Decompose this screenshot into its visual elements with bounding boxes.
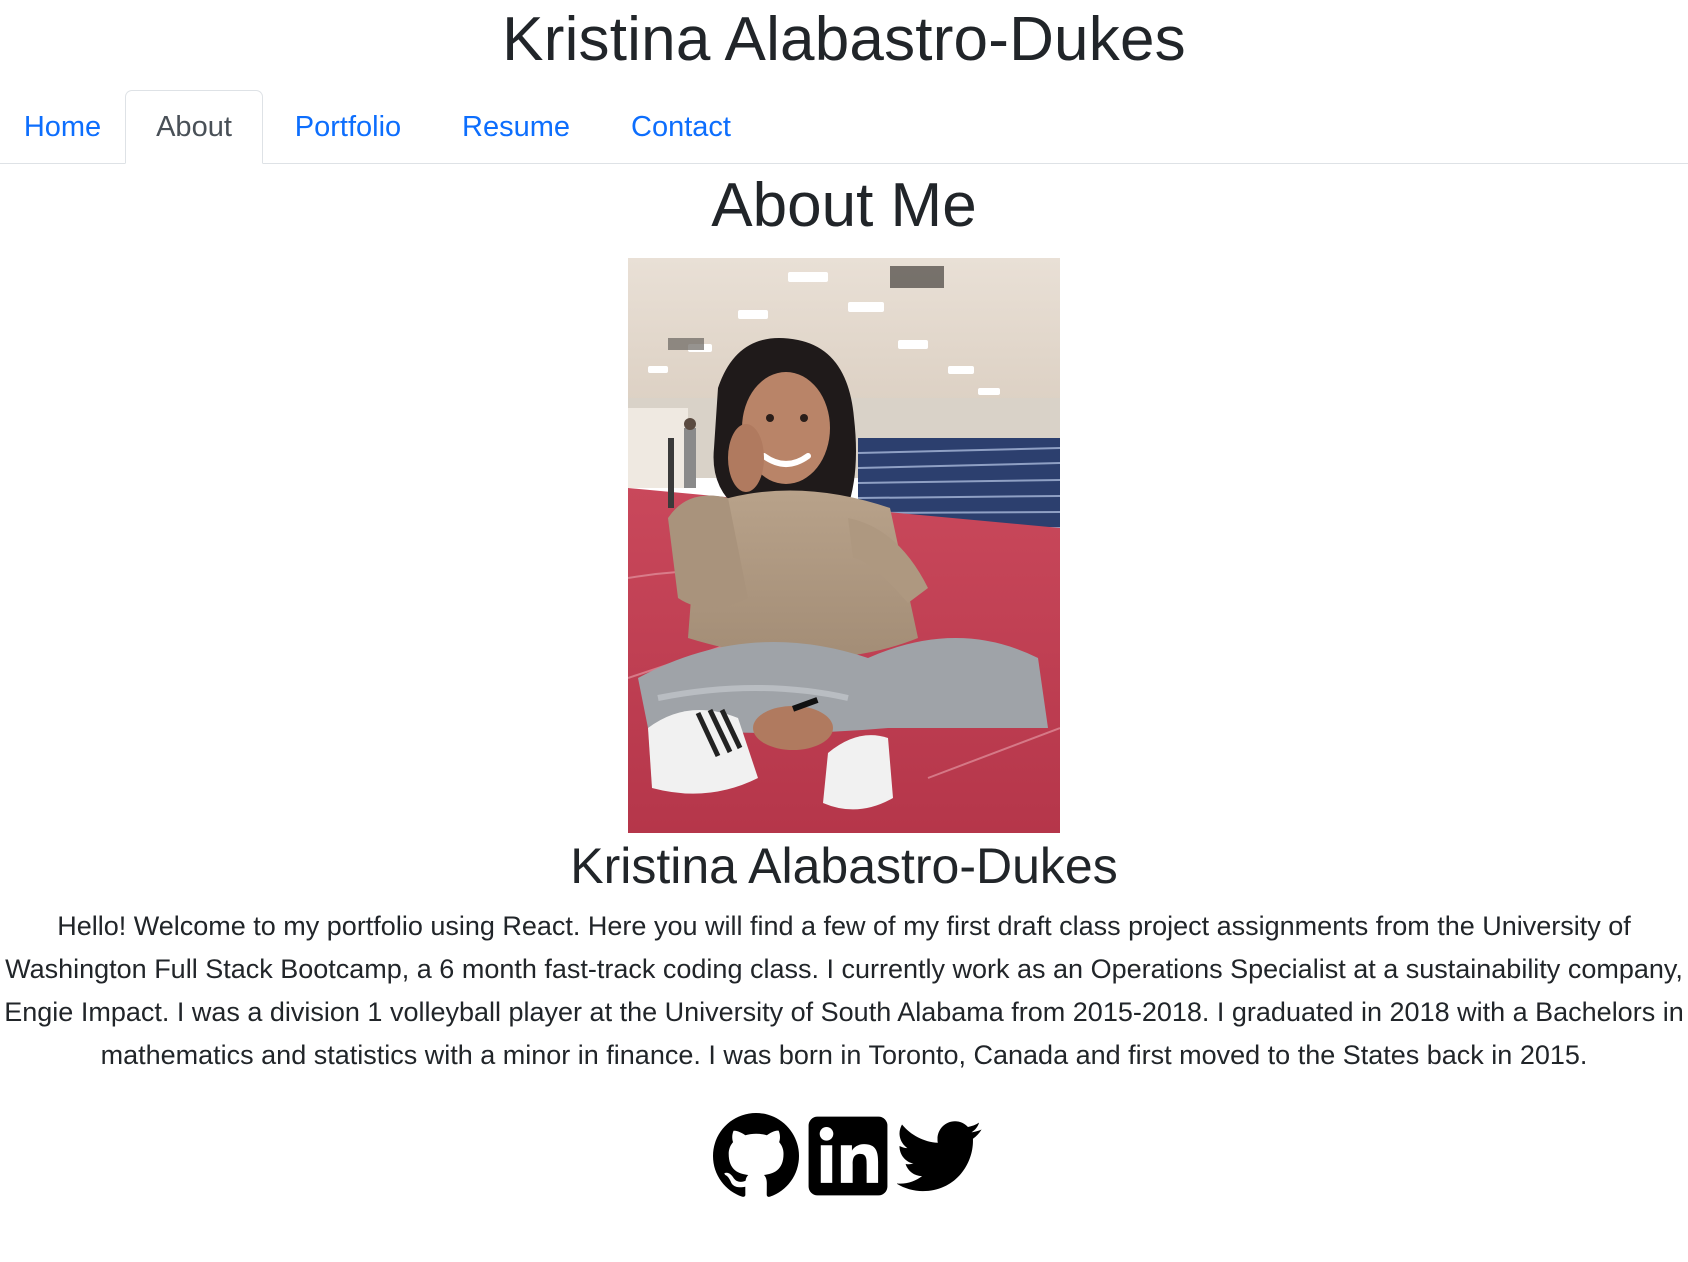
twitter-icon <box>897 1121 982 1192</box>
profile-photo <box>628 258 1060 833</box>
tab-contact[interactable]: Contact <box>599 90 763 164</box>
nav-tabs: Home About Portfolio Resume Contact <box>0 90 1688 164</box>
profile-name: Kristina Alabastro-Dukes <box>570 838 1118 894</box>
github-icon <box>713 1113 799 1197</box>
about-heading: About Me <box>711 171 977 240</box>
tab-resume[interactable]: Resume <box>433 90 599 164</box>
github-link[interactable] <box>713 1113 799 1199</box>
site-title: Kristina Alabastro-Dukes <box>502 5 1186 74</box>
tab-portfolio[interactable]: Portfolio <box>263 90 433 164</box>
bio-text: Hello! Welcome to my portfolio using Rea… <box>4 911 1684 1070</box>
social-links <box>0 1113 1688 1199</box>
tab-about[interactable]: About <box>125 90 263 164</box>
linkedin-icon <box>808 1116 888 1196</box>
twitter-link[interactable] <box>897 1113 983 1199</box>
linkedin-link[interactable] <box>805 1113 891 1199</box>
tab-home[interactable]: Home <box>0 90 125 164</box>
